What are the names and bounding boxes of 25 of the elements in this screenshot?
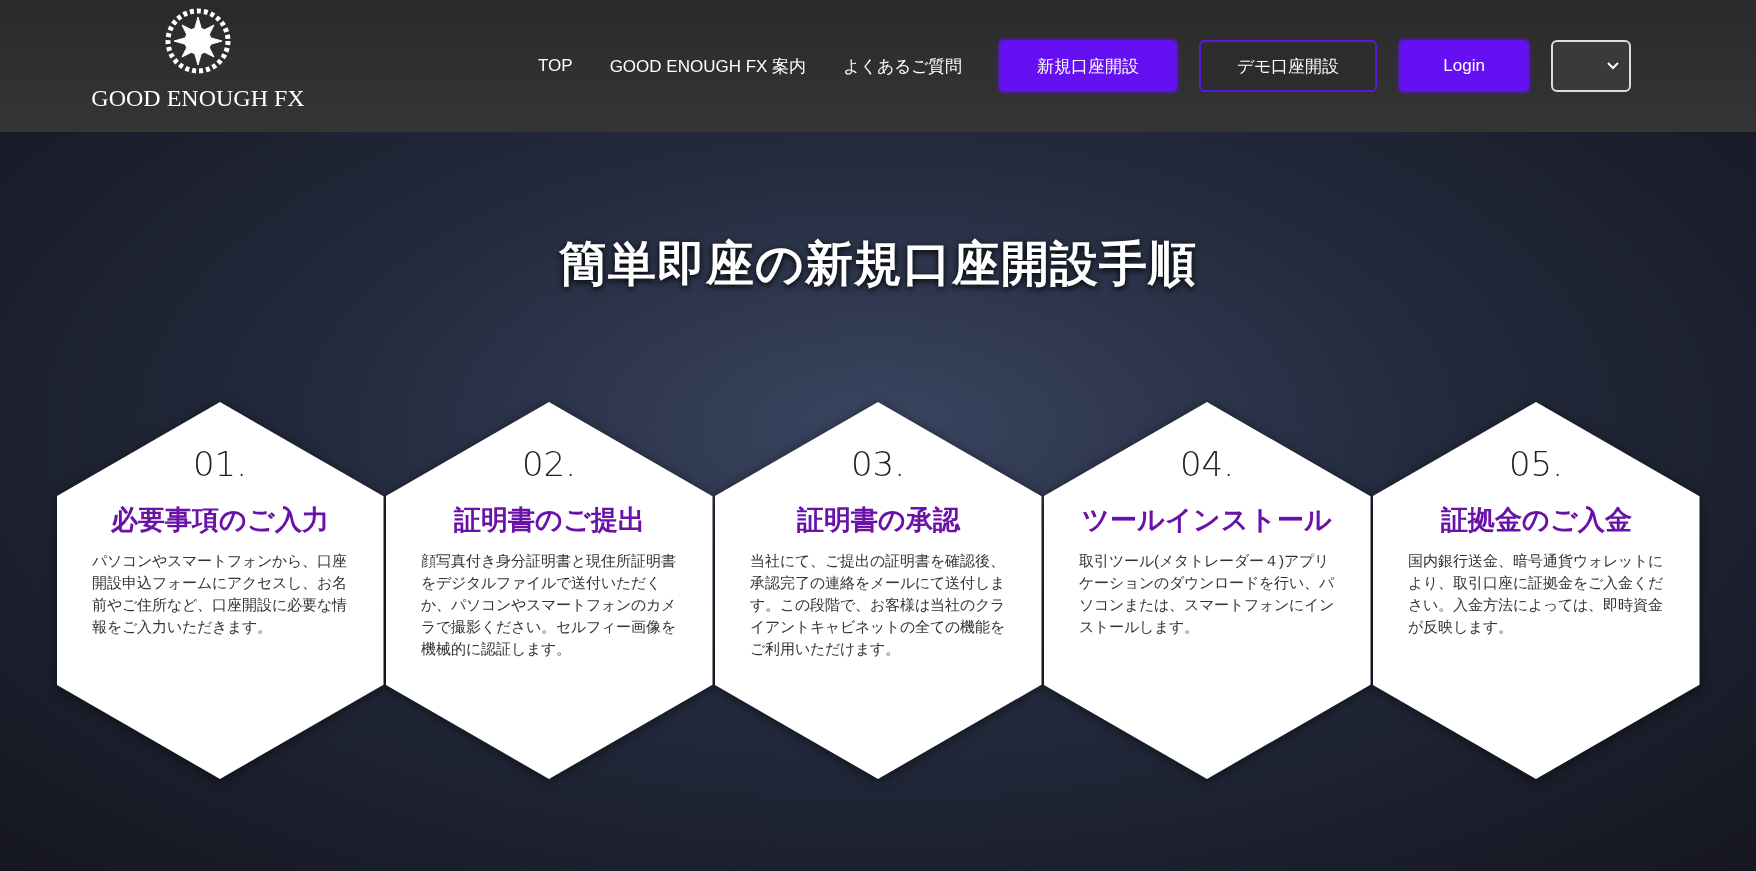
nav-link[interactable]: よくあるご質問 (843, 54, 963, 78)
header-button[interactable]: デモ口座開設 (1199, 40, 1378, 92)
step-title: 必要事項のご入力 (111, 504, 329, 537)
step-number: 02. (521, 444, 577, 484)
step-title: 証明書の承認 (796, 504, 960, 537)
step-title: 証明書のご提出 (453, 504, 645, 537)
step-number: 01. (192, 444, 248, 484)
language-select[interactable] (1551, 40, 1632, 92)
step-description: 顔写真付き身分証明書と現住所証明書をデジタルファイルで送付いただくか、パソコンやスマートフォンのカメラで撮影ください。セルフィー画像を機械的に認証します。 (421, 551, 677, 659)
brand-name: GOOD ENOUGH FX (91, 84, 305, 112)
step-title: ツールインストール (1082, 504, 1332, 537)
chevron-down-icon (1607, 62, 1620, 70)
header-button[interactable]: 新規口座開設 (999, 40, 1178, 92)
header-button[interactable]: Login (1399, 40, 1530, 92)
step-description: 当社にて、ご提出の証明書を確認後、承認完了の連絡をメールにて送付します。この段階で、お客様は当社のクライアントキャビネットの全ての機能をご利用いただけます。 (750, 551, 1006, 659)
step-number: 05. (1508, 444, 1564, 484)
step-description: パソコンやスマートフォンから、口座開設申込フォームにアクセスし、お名前やご住所など、口座開設に必要な情報をご入力いただきます。 (92, 551, 348, 637)
nav-link[interactable]: GOOD ENOUGH FX 案内 (609, 54, 807, 78)
step-description: 取引ツール(メタトレーダー４)アプリケーションのダウンロードを行い、パソコンまたは、スマートフォンにインストールします。 (1079, 551, 1335, 637)
step-title: 証拠金のご入金 (1440, 504, 1632, 537)
section-title: 簡単即座の新規口座開設手順 (559, 236, 1197, 292)
step-description: 国内銀行送金、暗号通貨ウォレットにより、取引口座に証拠金をご入金ください。入金方法によっては、即時資金が反映します。 (1408, 551, 1664, 637)
step-number: 04. (1179, 444, 1235, 484)
nav-link[interactable]: TOP (538, 56, 573, 76)
step-number: 03. (850, 444, 906, 484)
